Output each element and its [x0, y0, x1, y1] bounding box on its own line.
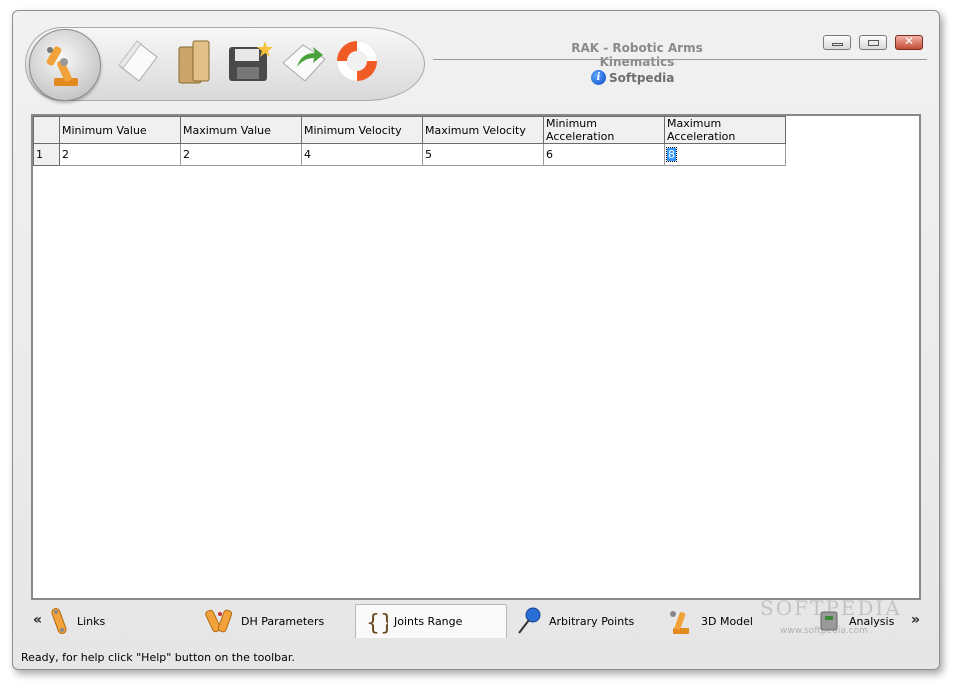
braces-icon: {}	[366, 611, 388, 636]
selected-cell-text[interactable]: 8	[666, 147, 677, 162]
grid-corner	[33, 116, 60, 144]
grid-cell[interactable]: 5	[422, 143, 544, 166]
help-button[interactable]	[333, 37, 383, 87]
watermark-url: www.softpedia.com	[780, 626, 868, 636]
link-icon	[51, 608, 67, 634]
brand-label: i Softpedia	[591, 70, 674, 85]
minimize-button[interactable]	[823, 35, 851, 50]
info-icon: i	[591, 70, 606, 85]
open-folder-icon	[178, 40, 210, 84]
maximize-button[interactable]	[859, 35, 887, 50]
tab-label: Links	[77, 614, 106, 628]
joints-range-grid: Minimum Value Maximum Value Minimum Velo…	[31, 114, 921, 600]
tab-label: DH Parameters	[241, 614, 325, 628]
column-header[interactable]: Minimum Value	[59, 116, 181, 144]
new-document-icon	[118, 40, 158, 82]
dh-parameters-icon	[205, 609, 233, 633]
tab-label: 3D Model	[701, 614, 753, 628]
help-lifebuoy-icon	[337, 41, 377, 81]
column-header[interactable]: Minimum Velocity	[301, 116, 423, 144]
grid-table: Minimum Value Maximum Value Minimum Velo…	[33, 116, 786, 166]
grid-cell[interactable]: 4	[301, 143, 423, 166]
title-divider	[433, 59, 927, 60]
row-header[interactable]: 1	[33, 143, 60, 166]
status-bar-text: Ready, for help click "Help" button on t…	[21, 651, 295, 664]
brand-text: Softpedia	[609, 70, 675, 85]
title-area: RAK - Robotic Arms Kinematics i Softpedi…	[413, 39, 833, 89]
app-window: RAK - Robotic Arms Kinematics i Softpedi…	[12, 10, 940, 670]
table-row: 1 2 2 4 5 6 8	[33, 143, 786, 166]
column-header[interactable]: Minimum Acceleration	[543, 116, 665, 144]
tab-links[interactable]: Links	[37, 604, 177, 638]
open-button[interactable]	[171, 37, 221, 87]
grid-cell[interactable]: 6	[543, 143, 665, 166]
watermark-logo: SOFTPEDIA	[760, 596, 902, 620]
grid-header-row: Minimum Value Maximum Value Minimum Velo…	[33, 116, 786, 144]
export-icon	[282, 44, 326, 82]
tab-label: Joints Range	[394, 615, 463, 628]
grid-cell[interactable]: 2	[180, 143, 302, 166]
save-button[interactable]	[225, 37, 275, 87]
tabs-next-button[interactable]: »	[911, 612, 920, 628]
tab-joints-range[interactable]: {} Joints Range	[355, 604, 507, 638]
export-button[interactable]	[279, 37, 329, 87]
window-title: RAK - Robotic Arms Kinematics	[571, 41, 703, 69]
robot-model-icon	[670, 611, 689, 634]
app-menu-button[interactable]	[29, 29, 101, 101]
column-header[interactable]: Maximum Value	[180, 116, 302, 144]
robot-arm-icon	[46, 46, 78, 86]
maximize-icon	[868, 40, 879, 46]
svg-text:{}: {}	[366, 611, 388, 636]
close-icon: ✕	[903, 34, 915, 48]
tab-label: Arbitrary Points	[549, 614, 635, 628]
grid-cell-editing[interactable]: 8	[664, 143, 786, 166]
pushpin-icon	[518, 607, 541, 634]
column-header[interactable]: Maximum Velocity	[422, 116, 544, 144]
save-disk-icon	[229, 41, 273, 81]
tab-arbitrary-points[interactable]: Arbitrary Points	[505, 604, 655, 638]
tab-dh-parameters[interactable]: DH Parameters	[195, 604, 345, 638]
new-document-button[interactable]	[113, 37, 163, 87]
grid-cell[interactable]: 2	[59, 143, 181, 166]
column-header[interactable]: Maximum Acceleration	[664, 116, 786, 144]
close-button[interactable]: ✕	[895, 34, 923, 50]
minimize-icon	[832, 43, 843, 46]
